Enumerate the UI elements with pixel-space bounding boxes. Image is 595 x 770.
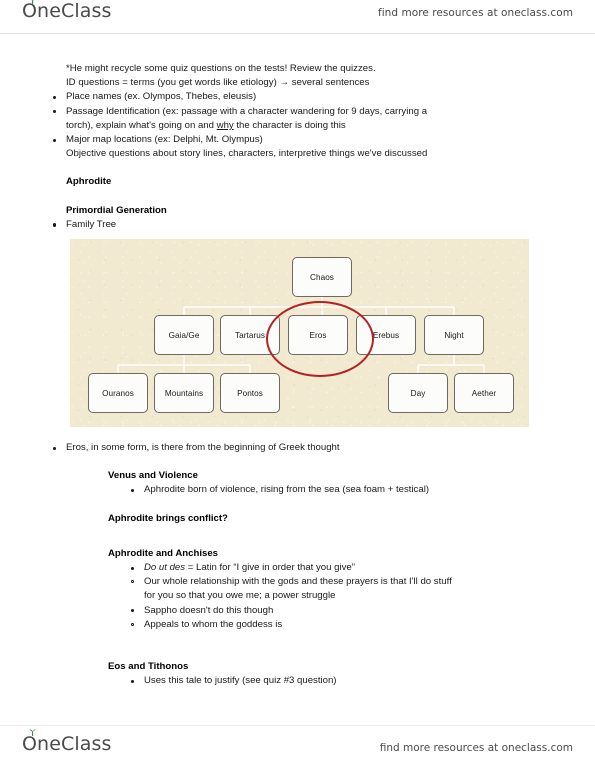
primordial-bullet-list: Family Tree xyxy=(53,218,540,232)
anchises-bullet-list: Do ut des = Latin for “I give in order t… xyxy=(66,561,540,632)
intro-closing-line: Objective questions about story lines, c… xyxy=(66,148,428,160)
latin-phrase-do-ut-des: Do ut des xyxy=(144,562,186,574)
document-body: *He might recycle some quiz questions on… xyxy=(0,34,595,688)
intro-line-1: *He might recycle some quiz questions on… xyxy=(66,63,376,74)
tree-node-gaia[interactable]: Gaia/Ge xyxy=(154,315,214,356)
intro-line-2: ID questions = terms (you get words like… xyxy=(66,77,370,89)
tree-node-aether[interactable]: Aether xyxy=(454,373,514,414)
bullet-sappho: Sappho doesn't do this though xyxy=(144,604,274,616)
anchises-sub-list-1: Our whole relationship with the gods and… xyxy=(131,575,540,603)
list-item: Passage Identification (ex: passage with… xyxy=(53,105,540,133)
list-item: Do ut des = Latin for “I give in order t… xyxy=(131,561,540,604)
sprout-icon xyxy=(29,729,36,736)
tree-node-mountains[interactable]: Mountains xyxy=(154,373,214,414)
footer-brand-wordmark: OneClass xyxy=(22,729,112,755)
subbullet-relationship-line2: for you so that you owe me; a power stru… xyxy=(144,590,336,602)
list-item: Appeals to whom the goddess is xyxy=(131,618,540,632)
footer-brand-text: OneClass xyxy=(22,733,112,755)
list-item: Aphrodite born of violence, rising from … xyxy=(131,483,540,497)
bullet-map-locations: Major map locations (ex: Delphi, Mt. Oly… xyxy=(66,134,263,146)
tree-node-pontos[interactable]: Pontos xyxy=(220,373,280,414)
page-footer: OneClass find more resources at oneclass… xyxy=(0,725,595,770)
tree-node-day[interactable]: Day xyxy=(388,373,448,414)
section-heading-venus-and-violence: Venus and Violence xyxy=(108,470,198,482)
section-heading-primordial-generation: Primordial Generation xyxy=(66,204,167,216)
tree-node-ouranos[interactable]: Ouranos xyxy=(88,373,148,414)
eos-bullet-list: Uses this tale to justify (see quiz #3 q… xyxy=(66,674,540,688)
intro-bullet-list: Place names (ex. Olympos, Thebes, eleusi… xyxy=(53,90,540,147)
bullet-do-ut-des-definition: = Latin for “I give in order that you gi… xyxy=(185,562,355,574)
section-heading-aphrodite: Aphrodite xyxy=(66,176,112,188)
family-tree-diagram: Chaos Gaia/Ge Tartarus Eros Erebus Night… xyxy=(70,239,529,428)
footer-brand-logo[interactable]: OneClass xyxy=(22,729,112,755)
list-item: Major map locations (ex: Delphi, Mt. Oly… xyxy=(53,133,540,147)
list-item: Family Tree xyxy=(53,218,540,232)
bullet-passage-id-line2-pre: torch), explain what's going on and xyxy=(66,119,217,131)
header-brand-logo[interactable]: OneClass xyxy=(22,0,111,21)
tree-node-tartarus[interactable]: Tartarus xyxy=(220,315,280,356)
sprout-icon xyxy=(31,0,34,5)
tree-node-chaos[interactable]: Chaos xyxy=(292,257,352,298)
venus-bullet-list: Aphrodite born of violence, rising from … xyxy=(66,483,540,497)
bullet-place-names: Place names (ex. Olympos, Thebes, eleusi… xyxy=(66,91,257,103)
tree-node-night[interactable]: Night xyxy=(424,315,484,356)
bullet-passage-id-underlined-word: why xyxy=(216,119,234,131)
section-heading-aphrodite-and-anchises: Aphrodite and Anchises xyxy=(108,547,218,559)
list-item: Sappho doesn't do this though Appeals to… xyxy=(131,604,540,632)
brand-wordmark: OneClass xyxy=(22,0,111,21)
section-heading-eos-and-tithonos: Eos and Tithonos xyxy=(108,661,189,673)
tree-node-erebus[interactable]: Erebus xyxy=(356,315,416,356)
page-header: OneClass find more resources at oneclass… xyxy=(0,0,595,34)
tree-node-eros[interactable]: Eros xyxy=(288,315,348,356)
bullet-passage-id-line1: Passage Identification (ex: passage with… xyxy=(66,105,428,117)
subbullet-appeals-to-goddess: Appeals to whom the goddess is xyxy=(144,618,283,630)
list-item: Place names (ex. Olympos, Thebes, eleusi… xyxy=(53,90,540,104)
subbullet-relationship-line1: Our whole relationship with the gods and… xyxy=(144,576,452,588)
list-item: Uses this tale to justify (see quiz #3 q… xyxy=(131,674,540,688)
anchises-sub-list-2: Appeals to whom the goddess is xyxy=(131,618,540,632)
section-heading-aphrodite-brings-conflict: Aphrodite brings conflict? xyxy=(108,512,228,524)
list-item: Eros, in some form, is there from the be… xyxy=(53,441,540,455)
bullet-aphrodite-born-of-violence: Aphrodite born of violence, rising from … xyxy=(144,484,430,496)
bullet-family-tree: Family Tree xyxy=(66,218,117,230)
bullet-eros-beginning: Eros, in some form, is there from the be… xyxy=(66,442,340,454)
bullet-passage-id-line2-post: the character is doing this xyxy=(233,119,346,131)
eros-bullet-list: Eros, in some form, is there from the be… xyxy=(53,441,540,455)
header-tagline: find more resources at oneclass.com xyxy=(377,7,573,19)
list-item: Our whole relationship with the gods and… xyxy=(131,575,540,603)
bullet-uses-tale-to-justify: Uses this tale to justify (see quiz #3 q… xyxy=(144,675,337,687)
footer-tagline: find more resources at oneclass.com xyxy=(379,742,573,754)
